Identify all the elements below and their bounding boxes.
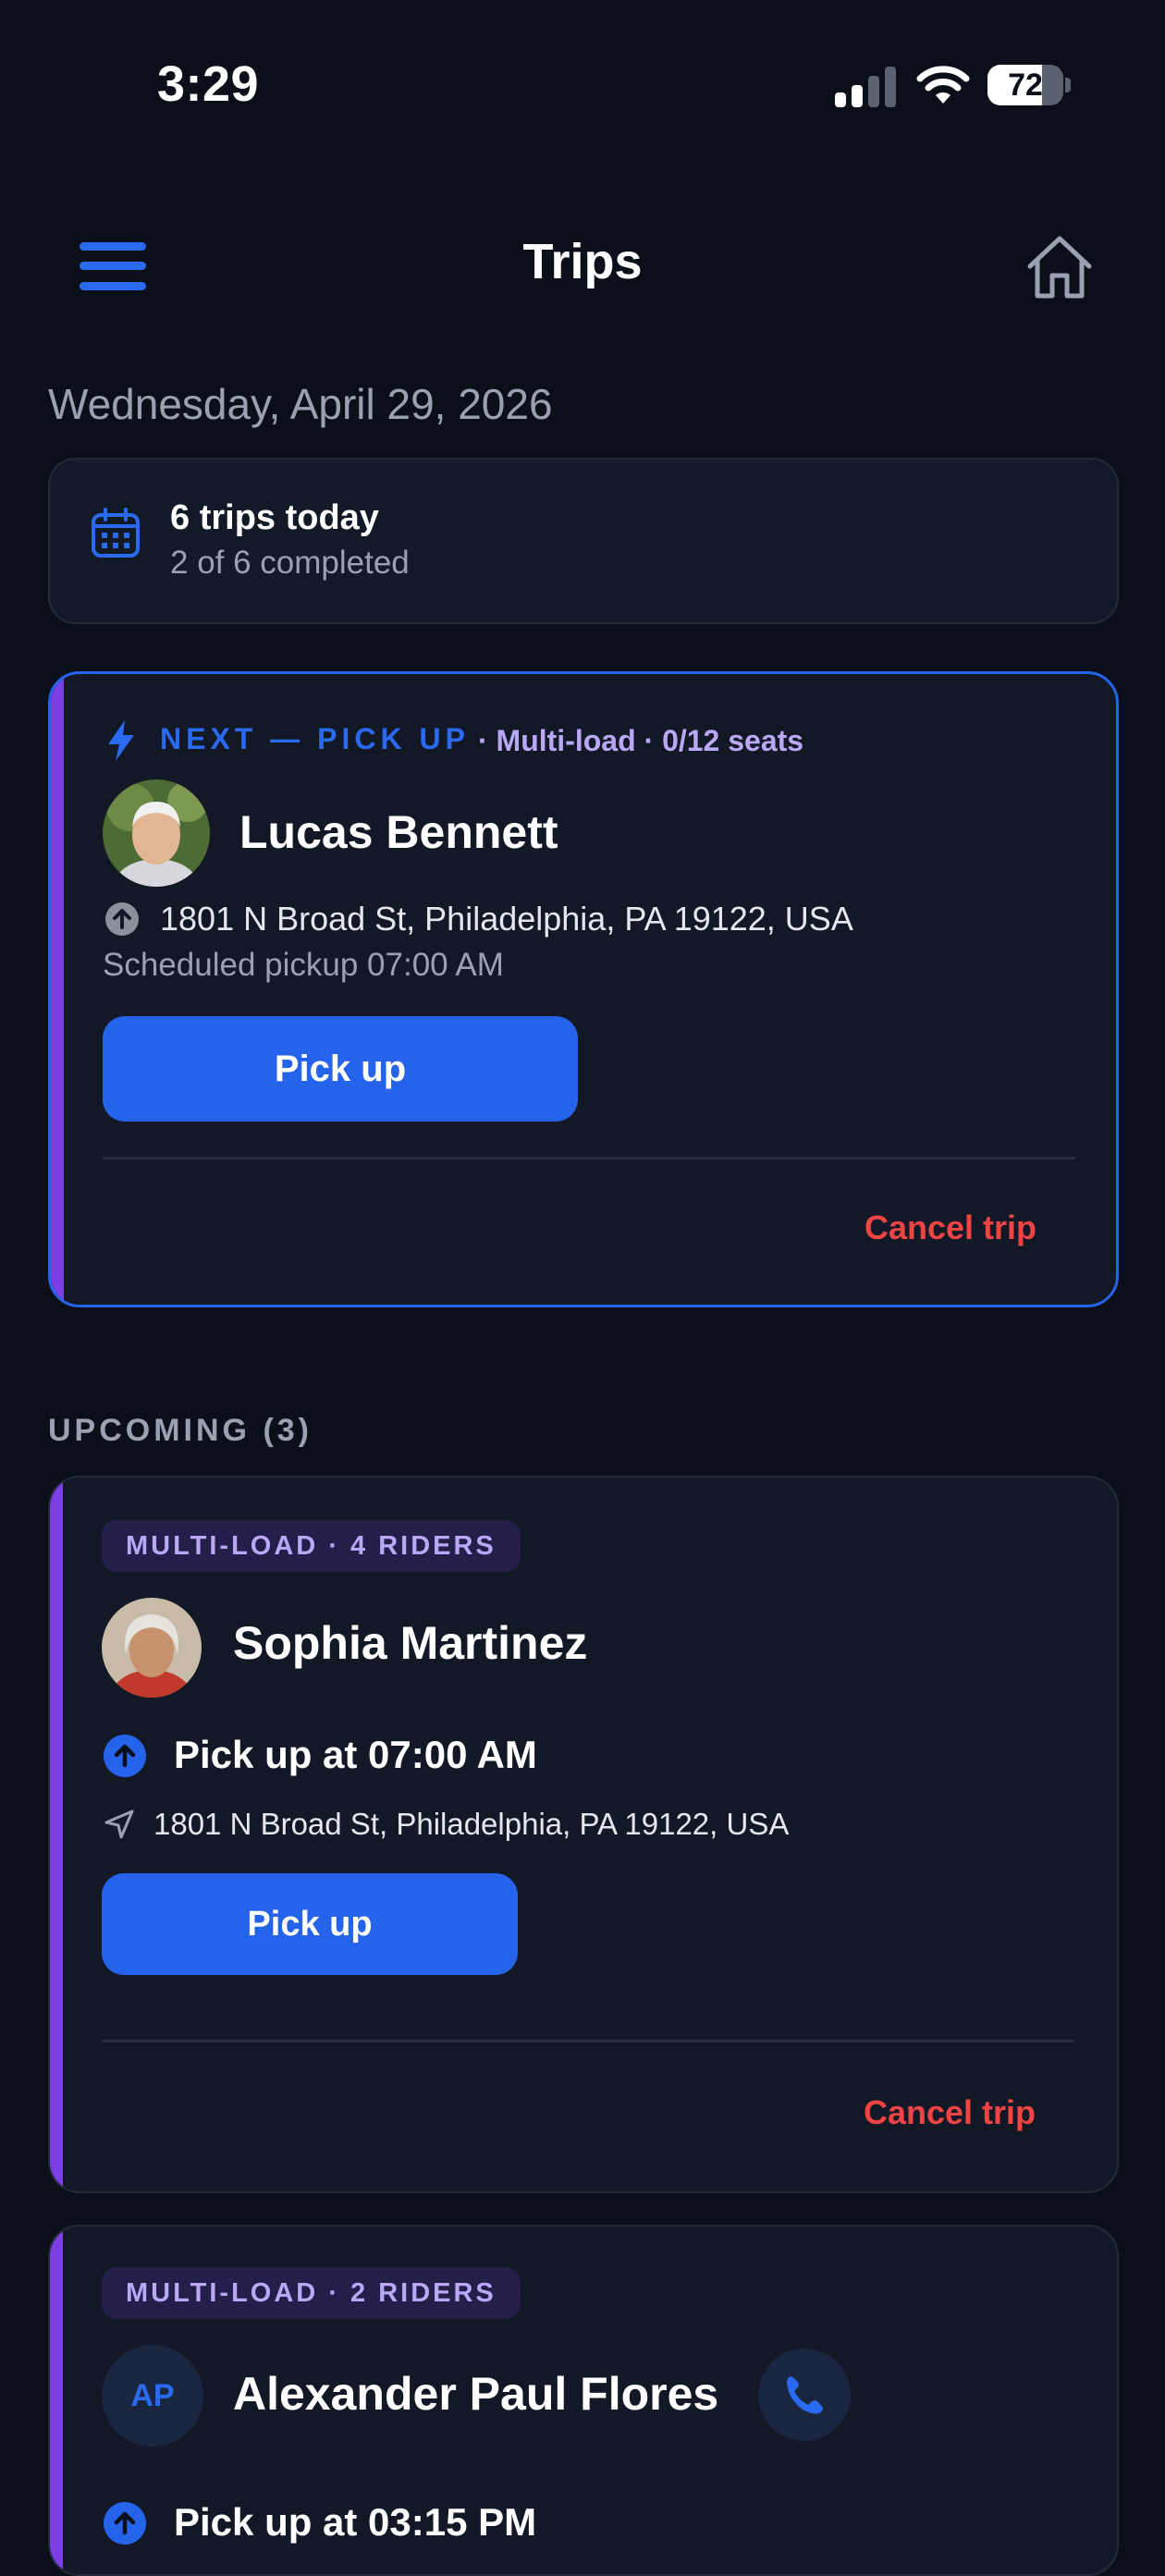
card-accent-bar	[51, 674, 64, 1305]
multi-load-badge: MULTI-LOAD · 4 RIDERS	[102, 1520, 521, 1572]
home-icon[interactable]	[1024, 233, 1095, 300]
avatar	[102, 1598, 202, 1698]
pickup-address: 1801 N Broad St, Philadelphia, PA 19122,…	[160, 900, 853, 938]
rider-name: Sophia Martinez	[233, 1617, 588, 1669]
cancel-trip-button[interactable]: Cancel trip	[864, 2093, 1036, 2132]
rider-name: Lucas Bennett	[239, 806, 558, 858]
pick-up-button[interactable]: Pick up	[103, 1016, 578, 1122]
cellular-signal-icon	[835, 67, 896, 107]
upcoming-section-label: UPCOMING (3)	[48, 1413, 313, 1448]
next-pickup-label: NEXT — PICK UP	[160, 722, 470, 755]
pickup-address: 1801 N Broad St, Philadelphia, PA 19122,…	[153, 1807, 790, 1841]
pick-up-button[interactable]: Pick up	[102, 1873, 518, 1975]
trips-summary-card: 6 trips today 2 of 6 completed	[48, 458, 1119, 624]
upcoming-trip-card: MULTI-LOAD · 4 RIDERS Sophia Martinez Pi…	[48, 1476, 1119, 2193]
call-button[interactable]	[758, 2349, 851, 2441]
pickup-up-icon	[104, 1735, 146, 1777]
card-accent-bar	[50, 2226, 63, 2574]
upcoming-trip-card: MULTI-LOAD · 2 RIDERS AP Alexander Paul …	[48, 2225, 1119, 2576]
page-title: Trips	[522, 234, 643, 289]
avatar	[103, 779, 210, 887]
pickup-time: Pick up at 03:15 PM	[174, 2500, 537, 2544]
scheduled-pickup: Scheduled pickup 07:00 AM	[103, 947, 504, 983]
pickup-up-icon	[104, 2502, 146, 2545]
status-time: 3:29	[157, 56, 260, 112]
card-accent-bar	[50, 1478, 63, 2191]
wifi-icon	[916, 66, 970, 104]
avatar-initials: AP	[102, 2345, 203, 2447]
current-date: Wednesday, April 29, 2026	[48, 380, 553, 428]
battery-percent: 72	[1008, 67, 1043, 103]
next-trip-card: NEXT — PICK UP · Multi-load · 0/12 seats…	[48, 671, 1119, 1307]
bolt-icon	[108, 720, 134, 761]
navigation-arrow-icon	[104, 1809, 134, 1839]
next-trip-meta: · Multi-load · 0/12 seats	[478, 724, 804, 757]
calendar-icon	[92, 508, 140, 558]
pickup-arrow-icon	[105, 902, 139, 936]
divider	[102, 2040, 1074, 2042]
summary-title: 6 trips today	[170, 498, 379, 537]
divider	[103, 1157, 1075, 1159]
battery-indicator: 72	[987, 65, 1071, 105]
summary-subtitle: 2 of 6 completed	[170, 545, 410, 581]
rider-name: Alexander Paul Flores	[233, 2368, 719, 2420]
phone-icon	[787, 2376, 823, 2414]
pickup-time: Pick up at 07:00 AM	[174, 1733, 537, 1776]
cancel-trip-button[interactable]: Cancel trip	[865, 1208, 1036, 1247]
multi-load-badge: MULTI-LOAD · 2 RIDERS	[102, 2267, 521, 2319]
